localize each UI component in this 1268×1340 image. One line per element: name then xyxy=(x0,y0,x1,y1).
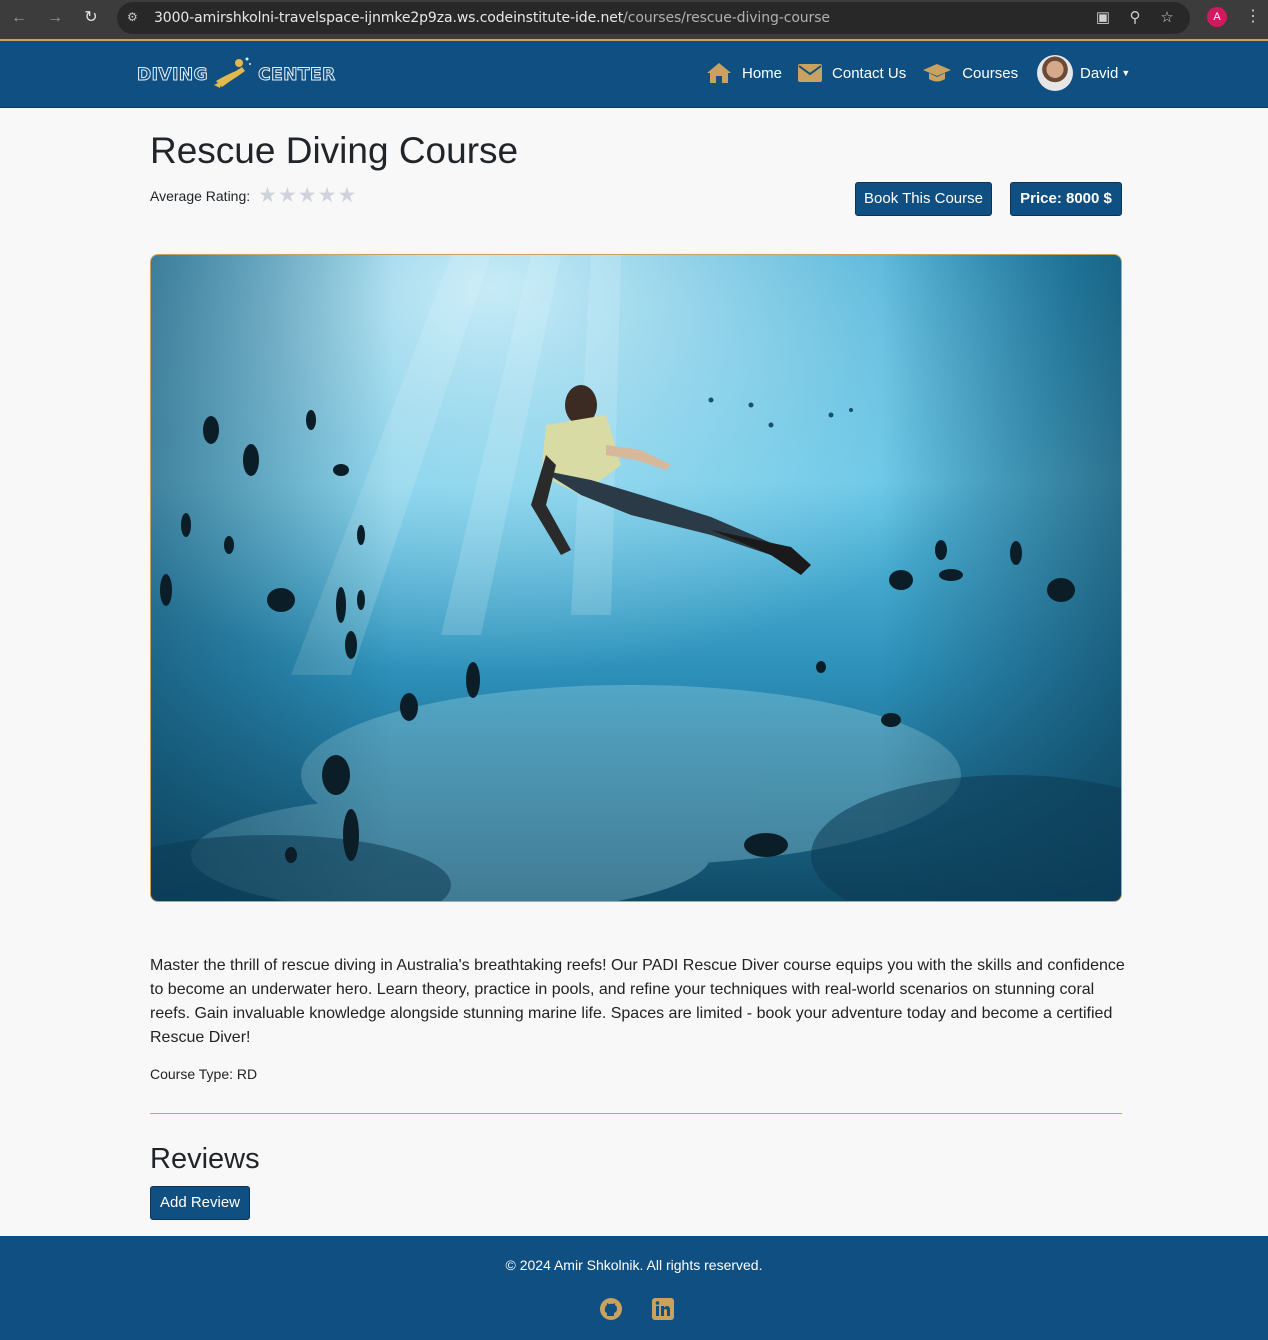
avatar xyxy=(1037,55,1073,91)
site-footer: © 2024 Amir Shkolnik. All rights reserve… xyxy=(0,1236,1268,1340)
forward-arrow-icon[interactable]: → xyxy=(45,8,65,28)
url-text[interactable]: 3000-amirshkolni-travelspace-ijnmke2p9za… xyxy=(154,10,830,26)
course-image xyxy=(150,254,1122,902)
diver-logo-icon xyxy=(214,57,252,88)
course-type: Course Type: RD xyxy=(150,1066,258,1082)
nav-links: Home Contact Us Courses xyxy=(706,58,1034,88)
page-title: Rescue Diving Course xyxy=(150,130,519,171)
nav-contact[interactable]: Contact Us xyxy=(798,64,906,82)
course-description: Master the thrill of rescue diving in Au… xyxy=(150,957,1125,1046)
user-name: David xyxy=(1080,64,1119,82)
nav-home-label: Home xyxy=(742,64,783,82)
logo-text-right: CENTER xyxy=(258,65,336,86)
caret-down-icon: ▼ xyxy=(1121,68,1131,78)
profile-avatar-icon[interactable]: A xyxy=(1207,7,1227,27)
zoom-icon[interactable]: ⚲ xyxy=(1126,9,1144,27)
section-divider xyxy=(150,1113,1122,1114)
user-menu[interactable]: David ▼ xyxy=(1037,55,1130,91)
logo-text-left: DIVING xyxy=(136,65,209,86)
nav-courses-label: Courses xyxy=(962,64,1019,82)
rating-stars-icon: ★★★★★ xyxy=(258,184,358,207)
envelope-icon xyxy=(798,64,823,82)
nav-contact-label: Contact Us xyxy=(832,64,907,82)
site-navbar: DIVING CENTER Home Contact Us Courses Da… xyxy=(0,41,1268,108)
reviews-heading: Reviews xyxy=(150,1143,260,1175)
price-badge[interactable]: Price: 8000 $ xyxy=(1010,182,1122,216)
bookmark-star-icon[interactable]: ☆ xyxy=(1158,9,1176,27)
graduation-cap-icon xyxy=(922,63,952,83)
site-logo[interactable]: DIVING CENTER xyxy=(136,55,336,95)
home-icon xyxy=(706,62,732,84)
browser-toolbar: ← → ↻ ⚙ 3000-amirshkolni-travelspace-ijn… xyxy=(0,0,1268,41)
install-app-icon[interactable]: ▣ xyxy=(1094,9,1112,27)
github-icon[interactable] xyxy=(599,1297,623,1321)
book-course-button[interactable]: Book This Course xyxy=(855,182,992,216)
nav-courses[interactable]: Courses xyxy=(922,63,1018,83)
nav-home[interactable]: Home xyxy=(706,62,782,84)
rating-label: Average Rating: xyxy=(150,187,251,204)
copyright-text: © 2024 Amir Shkolnik. All rights reserve… xyxy=(505,1257,763,1273)
average-rating: Average Rating: ★★★★★ xyxy=(150,183,357,208)
back-arrow-icon[interactable]: ← xyxy=(9,8,29,28)
linkedin-icon[interactable] xyxy=(651,1297,675,1321)
browser-menu-icon[interactable]: ⋮ xyxy=(1245,7,1261,27)
site-settings-icon[interactable]: ⚙ xyxy=(127,10,141,24)
add-review-button[interactable]: Add Review xyxy=(150,1186,250,1220)
address-bar[interactable]: ⚙ 3000-amirshkolni-travelspace-ijnmke2p9… xyxy=(117,2,1190,34)
reload-icon[interactable]: ↻ xyxy=(81,8,101,28)
